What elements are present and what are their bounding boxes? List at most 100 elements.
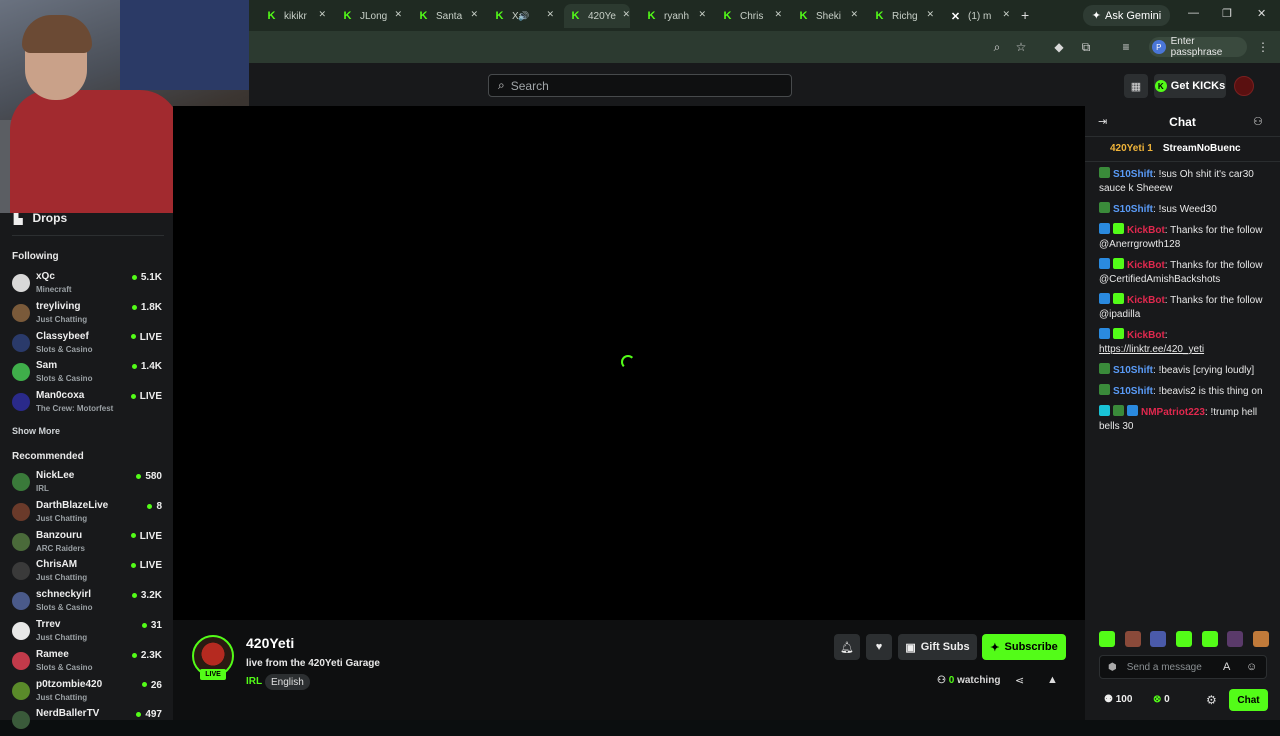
tab-4[interactable]: K 420Ye ✕ — [564, 4, 630, 28]
subscribe-button[interactable]: ✦ Subscribe — [982, 634, 1066, 660]
sidebar-channel-nerdballertv[interactable]: NerdBallerTV 497 — [12, 708, 164, 736]
sidebar-channel-p0tzombie420[interactable]: p0tzombie420 Just Chatting 26 — [12, 679, 164, 707]
close-window-button[interactable]: ✕ — [1257, 7, 1266, 20]
emote-icon[interactable] — [1201, 631, 1218, 647]
emote-icon[interactable] — [1124, 631, 1141, 647]
close-tab-icon[interactable]: ✕ — [850, 9, 858, 20]
chat-badge-icon — [1099, 258, 1110, 269]
bookmark-star-icon[interactable]: ☆ — [1013, 40, 1029, 54]
close-tab-icon[interactable]: ✕ — [622, 9, 630, 20]
sidebar-channel-chrisam[interactable]: ChrisAM Just Chatting LIVE — [12, 559, 164, 587]
chat-settings-gear-icon[interactable]: ⚙ — [1206, 693, 1217, 707]
emote-icon[interactable] — [1099, 631, 1115, 647]
chat-username[interactable]: KickBot — [1127, 260, 1165, 271]
drops-label: Drops — [32, 211, 68, 225]
live-dot-icon — [147, 503, 153, 509]
user-avatar[interactable] — [1234, 76, 1254, 96]
gifter-2[interactable]: StreamNoBuenc — [1163, 143, 1241, 154]
sidebar-channel-trrev[interactable]: Trrev Just Chatting 31 — [12, 619, 164, 647]
close-tab-icon[interactable]: ✕ — [394, 9, 402, 20]
layout-toggle-button[interactable]: ▦ — [1124, 74, 1148, 98]
close-tab-icon[interactable]: ✕ — [774, 9, 782, 20]
tab-6[interactable]: K Chris ✕ — [716, 4, 782, 28]
sidebar-channel-treyliving[interactable]: treyliving Just Chatting 1.8K — [12, 301, 164, 329]
channel-points[interactable]: ⚉ 100 — [1104, 694, 1132, 705]
chat-users-icon[interactable]: ⚇ — [1253, 115, 1263, 128]
extensions-puzzle-icon[interactable]: ⧉ — [1078, 40, 1094, 55]
new-tab-button[interactable]: + — [1021, 7, 1029, 23]
sidebar-channel-xqc[interactable]: xQc Minecraft 5.1K — [12, 271, 164, 299]
chat-link[interactable]: https://linktr.ee/420_yeti — [1099, 344, 1204, 355]
emote-icon[interactable] — [1252, 631, 1269, 647]
close-tab-icon[interactable]: ✕ — [318, 9, 326, 20]
audio-icon[interactable]: 🔊 — [518, 11, 529, 22]
sidebar-channel-banzouru[interactable]: Banzouru ARC Raiders LIVE — [12, 530, 164, 558]
gifter-1[interactable]: 420Yeti 1 — [1110, 143, 1153, 154]
emote-icon[interactable] — [1150, 631, 1167, 647]
language-tag[interactable]: English — [265, 674, 310, 690]
channel-name: schneckyirl — [36, 589, 92, 601]
extension-shield-icon[interactable]: ◆ — [1051, 40, 1067, 54]
follow-button[interactable]: ♥ — [866, 634, 892, 660]
sidebar-channel-ramee[interactable]: Ramee Slots & Casino 2.3K — [12, 649, 164, 677]
chat-username[interactable]: S10Shift — [1113, 169, 1153, 180]
passphrase-button[interactable]: P Enter passphrase — [1149, 36, 1247, 58]
chat-username[interactable]: S10Shift — [1113, 204, 1153, 215]
chat-text: : !beavis2 is this thing on — [1153, 386, 1263, 397]
tab-0[interactable]: Kkikikr ✕ — [260, 4, 326, 28]
show-more-button[interactable]: Show More — [12, 426, 60, 436]
zoom-icon[interactable]: ⌕ — [989, 40, 1005, 55]
chat-text: : !sus Weed30 — [1153, 204, 1217, 215]
sidebar-channel-sam[interactable]: Sam Slots & Casino 1.4K — [12, 360, 164, 388]
chat-username[interactable]: NMPatriot223 — [1141, 407, 1205, 418]
close-tab-icon[interactable]: ✕ — [546, 9, 554, 20]
category-link[interactable]: IRL — [246, 676, 262, 687]
streamer-name[interactable]: 420Yeti — [246, 635, 294, 651]
report-icon[interactable]: ▲ — [1047, 674, 1058, 686]
chat-username[interactable]: S10Shift — [1113, 386, 1153, 397]
emote-icon[interactable] — [1175, 631, 1192, 647]
close-tab-icon[interactable]: ✕ — [926, 9, 934, 20]
channel-avatar — [12, 592, 30, 611]
chat-username[interactable]: KickBot — [1127, 295, 1165, 306]
channel-viewers: 580 — [136, 471, 162, 482]
share-icon[interactable]: ⋖ — [1015, 674, 1024, 687]
tab-5[interactable]: Kryanh ✕ — [640, 4, 706, 28]
sidebar-channel-nicklee[interactable]: NickLee IRL 580 — [12, 470, 164, 498]
close-tab-icon[interactable]: ✕ — [1002, 9, 1010, 20]
sidebar-item-drops[interactable]: ▙ Drops — [14, 211, 67, 225]
tab-7[interactable]: K Sheki ✕ — [792, 4, 858, 28]
emote-icon[interactable] — [1227, 631, 1244, 647]
sidebar-channel-schneckyirl[interactable]: schneckyirl Slots & Casino 3.2K — [12, 589, 164, 617]
notification-bell-button[interactable]: 🔔︎ — [834, 634, 860, 660]
tab-1[interactable]: K JLong ✕ — [336, 4, 402, 28]
sidebar-channel-classybeef[interactable]: Classybeef Slots & Casino LIVE — [12, 331, 164, 359]
chat-message-input[interactable]: ⬢ Send a message A ☺ — [1099, 655, 1267, 679]
translate-icon[interactable]: A — [1223, 661, 1230, 673]
close-tab-icon[interactable]: ✕ — [698, 9, 706, 20]
pinned-gifters: 420Yeti 1 StreamNoBuenc — [1110, 143, 1268, 157]
tab-9[interactable]: ✕ (1) m ✕ — [944, 4, 1010, 28]
viewer-value: 26 — [150, 679, 162, 691]
emoji-icon[interactable]: ☺ — [1246, 661, 1257, 673]
reading-list-icon[interactable]: ≡ — [1118, 40, 1134, 54]
chat-username[interactable]: KickBot — [1127, 225, 1165, 236]
gift-subs-button[interactable]: ▣ Gift Subs — [898, 634, 977, 660]
chat-username[interactable]: S10Shift — [1113, 365, 1153, 376]
minimize-button[interactable]: — — [1188, 7, 1199, 19]
sidebar-channel-darthblazelive[interactable]: DarthBlazeLive Just Chatting 8 — [12, 500, 164, 528]
kick-icon: K — [343, 10, 352, 22]
send-chat-button[interactable]: Chat — [1229, 689, 1268, 711]
close-tab-icon[interactable]: ✕ — [470, 9, 478, 20]
search-input[interactable]: ⌕ Search — [488, 74, 792, 97]
chat-username[interactable]: KickBot — [1127, 330, 1165, 341]
tab-8[interactable]: K Richg ✕ — [868, 4, 934, 28]
tab-2[interactable]: K Santa ✕ — [412, 4, 478, 28]
restore-button[interactable]: ❐ — [1222, 7, 1232, 20]
tab-3[interactable]: K Xa 🔊 ✕ — [488, 4, 554, 28]
ask-gemini-button[interactable]: ✦ Ask Gemini — [1083, 5, 1170, 26]
get-kicks-button[interactable]: K Get KICKs — [1154, 74, 1226, 98]
sidebar-channel-man0coxa[interactable]: Man0coxa The Crew: Motorfest LIVE — [12, 390, 164, 418]
kicks-balance[interactable]: ⊗ 0 — [1153, 694, 1170, 705]
browser-menu-icon[interactable]: ⋮ — [1255, 40, 1271, 54]
